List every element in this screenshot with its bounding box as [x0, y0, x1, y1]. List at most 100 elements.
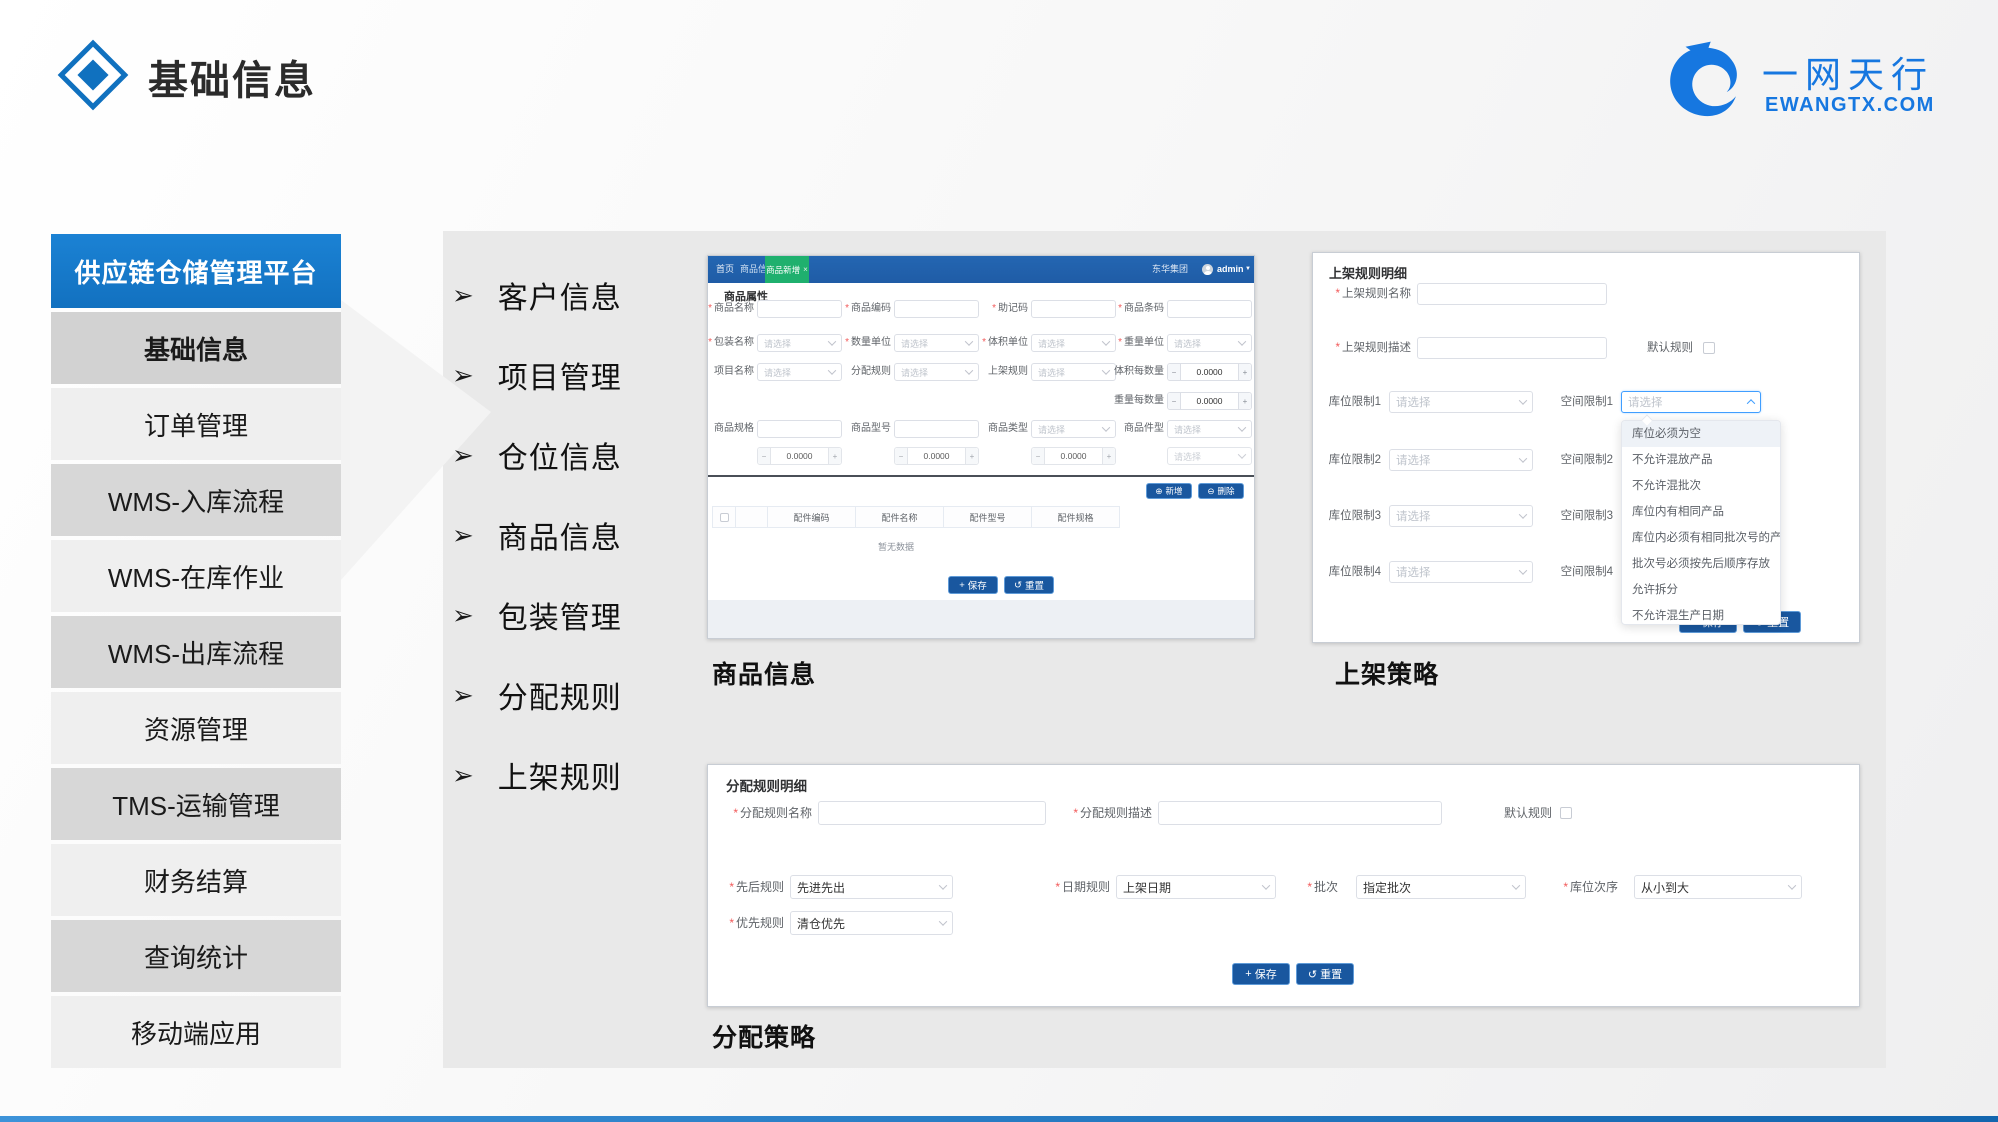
- order-rule-select[interactable]: 先进先出: [790, 875, 953, 899]
- sidebar-header: 供应链仓储管理平台: [51, 234, 341, 308]
- dim-stepper[interactable]: −0.0000+: [1031, 447, 1116, 465]
- sidebar-item-wms-inventory[interactable]: WMS-在库作业: [51, 540, 341, 612]
- weight-unit-select[interactable]: 请选择: [1167, 334, 1252, 352]
- product-code-input[interactable]: [894, 300, 979, 318]
- field-label: 空间限制4: [1551, 561, 1613, 583]
- alloc-rule-desc-input[interactable]: [1158, 801, 1442, 825]
- batch-select[interactable]: 指定批次: [1356, 875, 1526, 899]
- breadcrumb-home[interactable]: 首页: [716, 256, 734, 283]
- chevron-down-icon: [1512, 881, 1520, 889]
- project-select[interactable]: 请选择: [757, 363, 842, 381]
- alloc-rule-select[interactable]: 请选择: [894, 363, 979, 381]
- select-all-checkbox[interactable]: [720, 513, 729, 522]
- shelf-rule-desc-input[interactable]: [1417, 337, 1607, 359]
- dropdown-option[interactable]: 不允许混批次: [1622, 473, 1780, 499]
- shelf-rule-select[interactable]: 请选择: [1031, 363, 1116, 381]
- sidebar-item-order-mgmt[interactable]: 订单管理: [51, 388, 341, 460]
- chevron-down-icon: [965, 337, 973, 345]
- delete-row-button[interactable]: ⊖删除: [1198, 483, 1244, 499]
- dropdown-option[interactable]: 库位内必须有相同批次号的产品: [1622, 525, 1780, 551]
- add-row-button[interactable]: ⊕新增: [1146, 483, 1192, 499]
- field-label: *体积单位: [982, 334, 1028, 352]
- arrow-bullet-icon: ➢: [452, 360, 474, 391]
- dropdown-option[interactable]: 不允许混放产品: [1622, 447, 1780, 473]
- loc-limit-4-select[interactable]: 请选择: [1389, 561, 1533, 583]
- menu-item-product-info: ➢ 商品信息: [452, 512, 622, 558]
- qty-unit-select[interactable]: 请选择: [894, 334, 979, 352]
- product-form-screenshot: 首页 商品信息× 商品新增× 东华集团 admin ▼ 商品属性 *商品名称 *…: [707, 255, 1255, 639]
- sidebar-item-tms[interactable]: TMS-运输管理: [51, 768, 341, 840]
- table-header-part-model: 配件型号: [944, 506, 1032, 528]
- field-label: 库位限制1: [1319, 391, 1381, 413]
- logo: 一网天行 EWANGTX.COM: [1662, 36, 1972, 128]
- chevron-down-icon: [1262, 881, 1270, 889]
- dropdown-option[interactable]: 不允许混生产日期: [1622, 603, 1780, 625]
- minus-icon: −: [1032, 448, 1045, 464]
- shelf-rule-name-input[interactable]: [1417, 283, 1607, 305]
- dim-stepper[interactable]: −0.0000+: [757, 447, 842, 465]
- field-label: *库位次序: [1542, 875, 1618, 899]
- product-name-input[interactable]: [757, 300, 842, 318]
- type-select[interactable]: 请选择: [1031, 420, 1116, 438]
- priority-rule-select[interactable]: 清仓优先: [790, 911, 953, 935]
- dropdown-option[interactable]: 批次号必须按先后顺序存放: [1622, 551, 1780, 577]
- loc-order-select[interactable]: 从小到大: [1634, 875, 1802, 899]
- spec-input[interactable]: [757, 420, 842, 438]
- save-button[interactable]: +保存: [1232, 963, 1290, 985]
- chevron-down-icon: [939, 917, 947, 925]
- sidebar-item-wms-inbound[interactable]: WMS-入库流程: [51, 464, 341, 536]
- page-title: 基础信息: [148, 48, 316, 106]
- sidebar-item-wms-outbound[interactable]: WMS-出库流程: [51, 616, 341, 688]
- reset-icon: ↺: [1308, 968, 1317, 981]
- default-rule-checkbox[interactable]: [1560, 807, 1572, 819]
- sidebar-item-basic-info[interactable]: 基础信息: [51, 312, 341, 384]
- date-rule-select[interactable]: 上架日期: [1116, 875, 1276, 899]
- app-background-strip: [708, 600, 1254, 638]
- field-label: *商品条码: [1110, 300, 1164, 318]
- weight-per-qty-stepper[interactable]: −0.0000+: [1167, 392, 1252, 410]
- sidebar-item-query-stats[interactable]: 查询统计: [51, 920, 341, 992]
- chevron-down-icon: [1102, 423, 1110, 431]
- piece-type-select[interactable]: 请选择: [1167, 420, 1252, 438]
- package-select[interactable]: 请选择: [757, 334, 842, 352]
- sidebar-item-mobile-app[interactable]: 移动端应用: [51, 996, 341, 1068]
- field-label: 分配规则: [845, 363, 891, 381]
- default-rule-checkbox[interactable]: [1703, 342, 1715, 354]
- mnemonic-input[interactable]: [1031, 300, 1116, 318]
- chevron-down-icon: [1102, 337, 1110, 345]
- chevron-down-icon: [1519, 566, 1527, 574]
- slide: 基础信息 一网天行 EWANGTX.COM 供应链仓储管理平台 基础信息 订单管…: [0, 0, 1998, 1122]
- dropdown-option[interactable]: 允许拆分: [1622, 577, 1780, 603]
- reset-button[interactable]: ↺重置: [1004, 576, 1054, 594]
- chevron-down-icon: [965, 366, 973, 374]
- caret-down-icon[interactable]: ▼: [1245, 256, 1251, 283]
- arrow-bullet-icon: ➢: [452, 280, 474, 311]
- sidebar-item-resource-mgmt[interactable]: 资源管理: [51, 692, 341, 764]
- tab-product-new[interactable]: 商品新增×: [765, 256, 809, 283]
- dropdown-option[interactable]: 库位内有相同产品: [1622, 499, 1780, 525]
- loc-limit-3-select[interactable]: 请选择: [1389, 505, 1533, 527]
- alloc-rule-name-input[interactable]: [818, 801, 1046, 825]
- loc-limit-1-select[interactable]: 请选择: [1389, 391, 1533, 413]
- reset-button[interactable]: ↺重置: [1296, 963, 1354, 985]
- avatar[interactable]: [1202, 264, 1213, 275]
- save-button[interactable]: +保存: [948, 576, 998, 594]
- vol-unit-select[interactable]: 请选择: [1031, 334, 1116, 352]
- field-label: 库位限制4: [1319, 561, 1381, 583]
- model-input[interactable]: [894, 420, 979, 438]
- arrow-bullet-icon: ➢: [452, 760, 474, 791]
- bottom-accent-bar: [0, 1116, 1998, 1122]
- barcode-input[interactable]: [1167, 300, 1252, 318]
- user-name[interactable]: admin: [1217, 256, 1244, 283]
- diamond-icon: [58, 40, 129, 111]
- field-label: *分配规则描述: [1054, 801, 1152, 825]
- dim-select[interactable]: 请选择: [1167, 447, 1252, 465]
- space-limit-1-select[interactable]: 请选择: [1621, 391, 1761, 413]
- chevron-up-icon: [1747, 399, 1755, 407]
- loc-limit-2-select[interactable]: 请选择: [1389, 449, 1533, 471]
- vol-per-qty-stepper[interactable]: −0.0000+: [1167, 363, 1252, 381]
- shelving-rule-screenshot: 上架规则明细 *上架规则名称 *上架规则描述 默认规则 库位限制1 请选择 空间…: [1312, 252, 1860, 643]
- dim-stepper[interactable]: −0.0000+: [894, 447, 979, 465]
- add-circle-icon: ⊕: [1155, 486, 1162, 497]
- sidebar-item-finance[interactable]: 财务结算: [51, 844, 341, 916]
